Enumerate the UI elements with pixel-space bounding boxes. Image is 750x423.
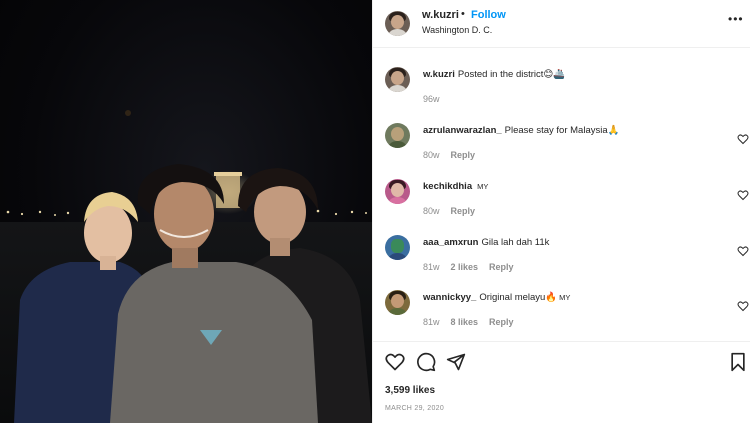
author-avatar[interactable] [385, 11, 410, 36]
comment-time: 80w [423, 206, 440, 216]
comment-item: azrulanwarazlan_ Please stay for Malaysia… [385, 123, 749, 173]
more-options-icon[interactable]: ••• [728, 12, 744, 26]
post-side-panel: w.kuzri • Follow Washington D. C. ••• w.… [372, 0, 750, 423]
comment-text: Please stay for Malaysia🙏 [504, 125, 620, 136]
bookmark-icon[interactable] [728, 352, 748, 372]
comment-likes[interactable]: 8 likes [451, 317, 479, 327]
share-icon[interactable] [446, 352, 466, 372]
separator-dot: • [461, 8, 465, 20]
comment-likes[interactable]: 2 likes [451, 262, 479, 272]
comment-time: 81w [423, 262, 440, 272]
country-tag: MY [477, 182, 489, 191]
comment-text: Original melayu🔥 [479, 292, 558, 303]
reply-button[interactable]: Reply [451, 150, 476, 160]
heart-icon[interactable] [385, 352, 405, 372]
comment-like-heart-icon[interactable] [737, 245, 749, 257]
author-avatar[interactable] [385, 67, 410, 92]
caption-username[interactable]: w.kuzri [423, 69, 455, 80]
comment-like-heart-icon[interactable] [737, 133, 749, 145]
post-location[interactable]: Washington D. C. [422, 25, 492, 35]
reply-button[interactable]: Reply [451, 206, 476, 216]
comment-like-heart-icon[interactable] [737, 189, 749, 201]
comment-time: 81w [423, 317, 440, 327]
post-date: MARCH 29, 2020 [385, 405, 445, 412]
post-photo[interactable] [0, 0, 372, 423]
post-actions: 3,599 likes MARCH 29, 2020 [373, 341, 750, 423]
follow-button[interactable]: Follow [471, 9, 506, 21]
country-tag: MY [559, 293, 571, 302]
comment-item: wannickyy_ Original melayu🔥 MY 81w 8 likes R… [385, 290, 749, 340]
comment-time: 80w [423, 150, 440, 160]
comment-like-heart-icon[interactable] [737, 300, 749, 312]
comment-username[interactable]: azrulanwarazlan_ [423, 125, 502, 136]
commenter-avatar[interactable] [385, 123, 410, 148]
likes-count[interactable]: 3,599 likes [385, 385, 435, 396]
caption-time: 96w [423, 94, 440, 104]
photo-illustration [0, 110, 372, 423]
caption-text: Posted in the district😊🚢 [457, 69, 566, 80]
comment-username[interactable]: kechikdhia [423, 181, 472, 192]
comment-username[interactable]: wannickyy_ [423, 292, 476, 303]
reply-button[interactable]: Reply [489, 262, 514, 272]
reply-button[interactable]: Reply [489, 317, 514, 327]
post-header: w.kuzri • Follow Washington D. C. ••• [373, 0, 750, 48]
commenter-avatar[interactable] [385, 235, 410, 260]
post-caption: w.kuzri Posted in the district😊🚢 96w [385, 67, 745, 117]
commenter-avatar[interactable] [385, 290, 410, 315]
author-username[interactable]: w.kuzri [422, 9, 459, 21]
comment-username[interactable]: aaa_amxrun [423, 237, 478, 248]
comment-item: aaa_amxrun Gila lah dah 11k 81w 2 likes Rep… [385, 235, 749, 285]
comment-icon[interactable] [416, 352, 436, 372]
comment-item: kechikdhia MY 80w Reply [385, 179, 749, 229]
comment-text: Gila lah dah 11k [481, 237, 550, 248]
commenter-avatar[interactable] [385, 179, 410, 204]
